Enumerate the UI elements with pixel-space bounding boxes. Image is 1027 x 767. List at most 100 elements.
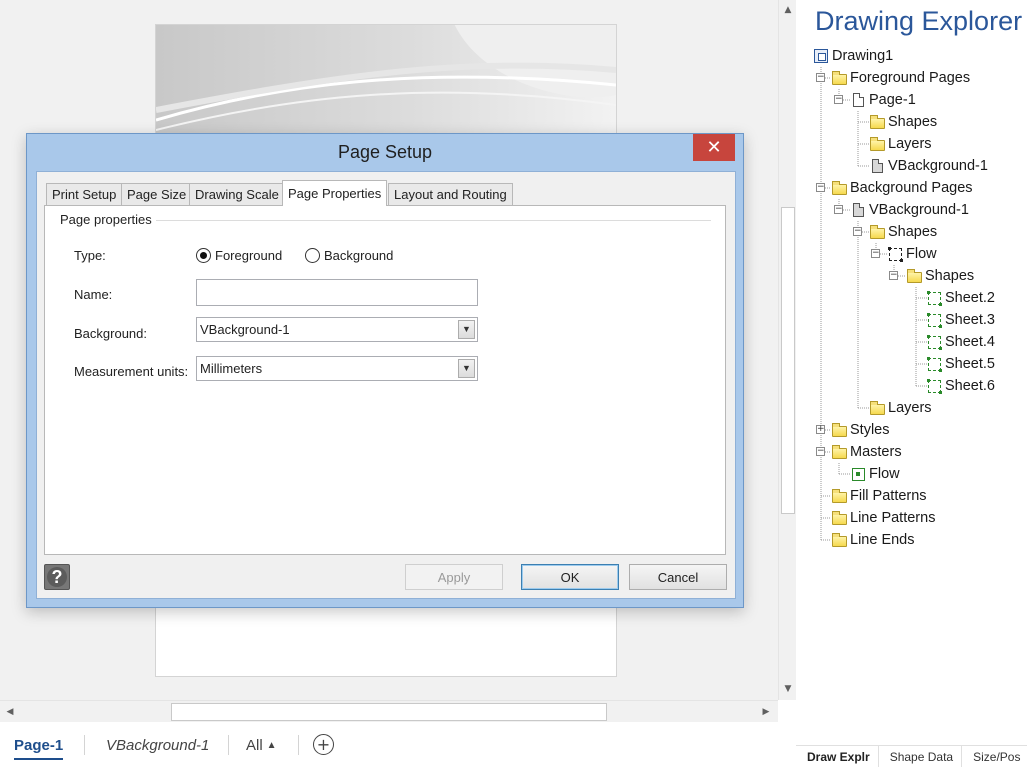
tree-node-label: Sheet.2 bbox=[945, 290, 995, 306]
collapse-toggle[interactable]: − bbox=[816, 447, 825, 456]
tab-print-setup[interactable]: Print Setup bbox=[46, 183, 123, 205]
horizontal-scrollbar[interactable]: ◀ ▶ bbox=[0, 700, 778, 722]
background-radio[interactable]: Background bbox=[305, 248, 393, 263]
tree-node-sheet-6[interactable]: Sheet.6 bbox=[926, 375, 995, 397]
tree-node-shapes[interactable]: Shapes bbox=[869, 111, 937, 133]
measurement-units-label: Measurement units: bbox=[74, 364, 189, 379]
tree-node-label: Layers bbox=[888, 136, 932, 152]
drawing-icon bbox=[813, 48, 829, 64]
page-tab-page-1[interactable]: Page-1 bbox=[14, 737, 64, 760]
tree-node-label: Shapes bbox=[888, 114, 938, 130]
chevron-down-icon[interactable]: ▼ bbox=[458, 359, 475, 378]
folder-icon bbox=[831, 488, 847, 504]
tree-node-sheet-3[interactable]: Sheet.3 bbox=[926, 309, 995, 331]
expand-toggle[interactable]: + bbox=[816, 425, 825, 434]
scroll-up-icon[interactable]: ▲ bbox=[779, 1, 797, 19]
foreground-radio[interactable]: Foreground bbox=[196, 248, 282, 263]
vertical-scroll-thumb[interactable] bbox=[781, 207, 795, 514]
shape-icon bbox=[926, 378, 942, 394]
tree-node-page-1[interactable]: Page-1 bbox=[850, 89, 916, 111]
folder-icon bbox=[831, 444, 847, 460]
folder-icon bbox=[906, 268, 922, 284]
tree-node-sheet-5[interactable]: Sheet.5 bbox=[926, 353, 995, 375]
tree-node-fill-patterns[interactable]: Fill Patterns bbox=[831, 485, 927, 507]
folder-icon bbox=[869, 400, 885, 416]
tab-divider bbox=[228, 735, 229, 755]
tree-node-line-patterns[interactable]: Line Patterns bbox=[831, 507, 935, 529]
cancel-button[interactable]: Cancel bbox=[629, 564, 727, 590]
measurement-units-value: Millimeters bbox=[200, 361, 263, 376]
group-shape-icon bbox=[887, 246, 903, 262]
tab-draw-explorer[interactable]: Draw Explr bbox=[796, 746, 879, 767]
collapse-toggle[interactable]: − bbox=[816, 73, 825, 82]
drawing-explorer-pane: Drawing Explorer − − − − − − − + − Drawi… bbox=[796, 0, 1027, 767]
tree-node-layers[interactable]: Layers bbox=[869, 397, 932, 419]
tree-node-flow[interactable]: Flow bbox=[887, 243, 937, 265]
all-pages-label: All bbox=[246, 737, 263, 754]
tree-node-label: Line Ends bbox=[850, 532, 915, 548]
tab-page-size[interactable]: Page Size bbox=[121, 183, 193, 205]
tab-size-pos[interactable]: Size/Pos bbox=[962, 746, 1020, 767]
collapse-toggle[interactable]: − bbox=[889, 271, 898, 280]
ok-button[interactable]: OK bbox=[521, 564, 619, 590]
collapse-toggle[interactable]: − bbox=[834, 95, 843, 104]
shape-icon bbox=[926, 334, 942, 350]
tree-node-label: Background Pages bbox=[850, 180, 973, 196]
close-button[interactable]: ✕ bbox=[693, 134, 735, 161]
scroll-down-icon[interactable]: ▼ bbox=[779, 680, 797, 698]
shape-icon bbox=[926, 356, 942, 372]
tree-node-sheet-4[interactable]: Sheet.4 bbox=[926, 331, 995, 353]
tree-node-masters[interactable]: Masters bbox=[831, 441, 902, 463]
page-tab-vbackground-1[interactable]: VBackground-1 bbox=[106, 737, 209, 754]
collapse-toggle[interactable]: − bbox=[871, 249, 880, 258]
name-input[interactable] bbox=[196, 279, 478, 306]
folder-icon bbox=[869, 136, 885, 152]
collapse-toggle[interactable]: − bbox=[834, 205, 843, 214]
shape-icon bbox=[926, 312, 942, 328]
tree-node-master-flow[interactable]: Flow bbox=[850, 463, 900, 485]
tree-node-label: Sheet.6 bbox=[945, 378, 995, 394]
master-icon bbox=[850, 466, 866, 482]
tab-shape-data[interactable]: Shape Data bbox=[879, 746, 963, 767]
dialog-body: Print Setup Page Size Drawing Scale Page… bbox=[36, 171, 736, 599]
tab-page-properties[interactable]: Page Properties bbox=[282, 180, 388, 206]
chevron-down-icon[interactable]: ▼ bbox=[458, 320, 475, 339]
tree-node-vbackground-1[interactable]: VBackground-1 bbox=[869, 155, 988, 177]
tree-node-styles[interactable]: Styles bbox=[831, 419, 890, 441]
add-page-button[interactable]: + bbox=[313, 734, 334, 755]
page-properties-panel: Page properties Type: Foreground Backgro… bbox=[44, 205, 726, 555]
horizontal-scroll-thumb[interactable] bbox=[171, 703, 607, 721]
tree-node-vbackground-1[interactable]: VBackground-1 bbox=[850, 199, 969, 221]
tree-node-line-ends[interactable]: Line Ends bbox=[831, 529, 915, 551]
group-divider bbox=[155, 220, 711, 221]
tab-layout-and-routing[interactable]: Layout and Routing bbox=[388, 183, 513, 205]
measurement-units-select[interactable]: Millimeters ▼ bbox=[196, 356, 478, 381]
tree-node-shapes[interactable]: Shapes bbox=[869, 221, 937, 243]
apply-button[interactable]: Apply bbox=[405, 564, 503, 590]
tree-node-background-pages[interactable]: Background Pages bbox=[831, 177, 973, 199]
caret-up-icon: ▲ bbox=[266, 740, 277, 751]
background-select[interactable]: VBackground-1 ▼ bbox=[196, 317, 478, 342]
tab-drawing-scale[interactable]: Drawing Scale bbox=[189, 183, 285, 205]
folder-icon bbox=[831, 180, 847, 196]
folder-icon bbox=[869, 224, 885, 240]
scroll-left-icon[interactable]: ◀ bbox=[1, 703, 19, 721]
tree-node-label: VBackground-1 bbox=[888, 158, 988, 174]
vertical-scrollbar[interactable]: ▲ ▼ bbox=[778, 0, 796, 700]
tree-node-label: Line Patterns bbox=[850, 510, 936, 526]
scroll-right-icon[interactable]: ▶ bbox=[757, 703, 775, 721]
tree-node-label: Layers bbox=[888, 400, 932, 416]
tree-node-foreground-pages[interactable]: Foreground Pages bbox=[831, 67, 970, 89]
tree-node-sheet-2[interactable]: Sheet.2 bbox=[926, 287, 995, 309]
collapse-toggle[interactable]: − bbox=[853, 227, 862, 236]
tree-node-drawing1[interactable]: Drawing1 bbox=[813, 45, 893, 67]
tree-node-label: Foreground Pages bbox=[850, 70, 971, 86]
radio-selected-icon bbox=[196, 248, 211, 263]
tree-node-shapes[interactable]: Shapes bbox=[906, 265, 974, 287]
tree-node-layers[interactable]: Layers bbox=[869, 133, 932, 155]
collapse-toggle[interactable]: − bbox=[816, 183, 825, 192]
shape-icon bbox=[926, 290, 942, 306]
all-pages-menu[interactable]: All ▲ bbox=[246, 737, 277, 754]
tree-node-label: Flow bbox=[869, 466, 900, 482]
help-button[interactable]: ? bbox=[44, 564, 70, 590]
